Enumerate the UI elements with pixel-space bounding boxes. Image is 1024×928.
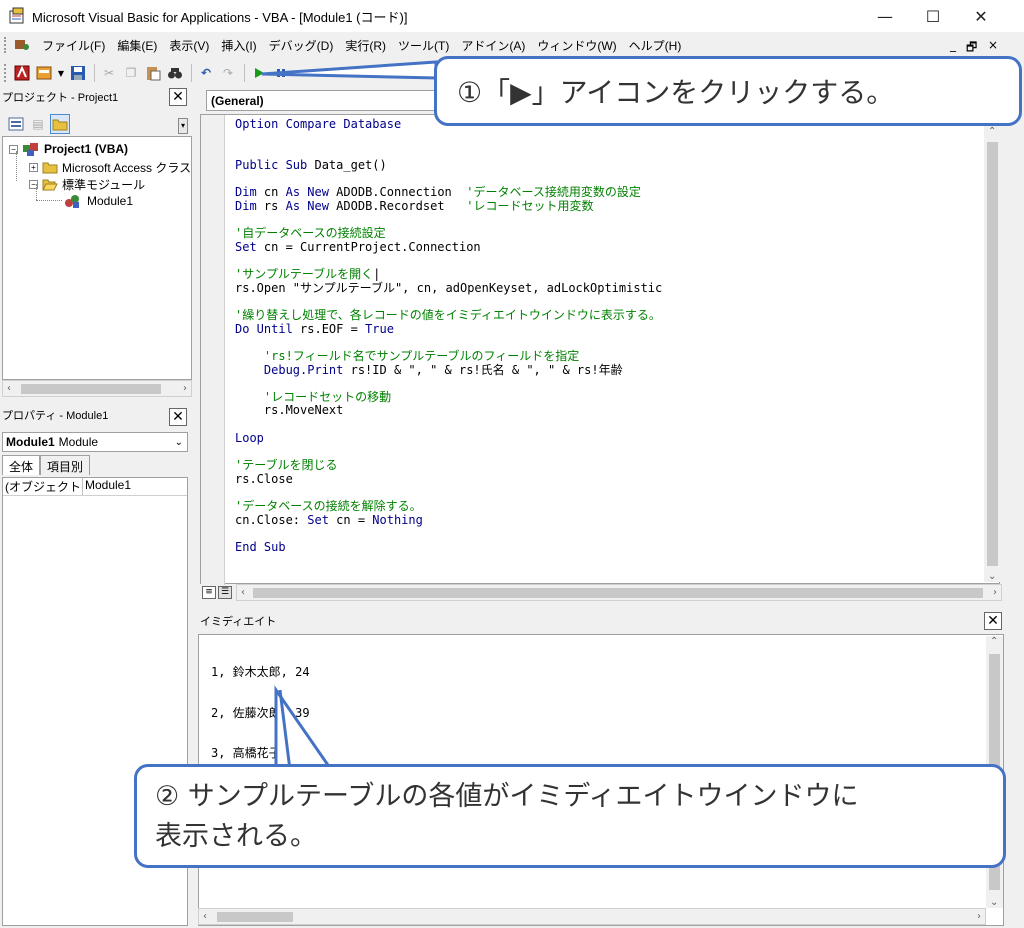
callout-result-line1: ② サンプルテーブルの各値がイミディエイトウインドウに	[155, 781, 859, 812]
callout-result: ② サンプルテーブルの各値がイミディエイトウインドウに 表示される。	[134, 764, 1006, 868]
callout-run-text: ①「▶」アイコンをクリックする。	[457, 76, 895, 109]
callout-run-instruction: ①「▶」アイコンをクリックする。	[434, 56, 1022, 126]
callout-pointer-run	[261, 60, 438, 80]
callout-result-line2: 表示される。	[155, 821, 317, 852]
